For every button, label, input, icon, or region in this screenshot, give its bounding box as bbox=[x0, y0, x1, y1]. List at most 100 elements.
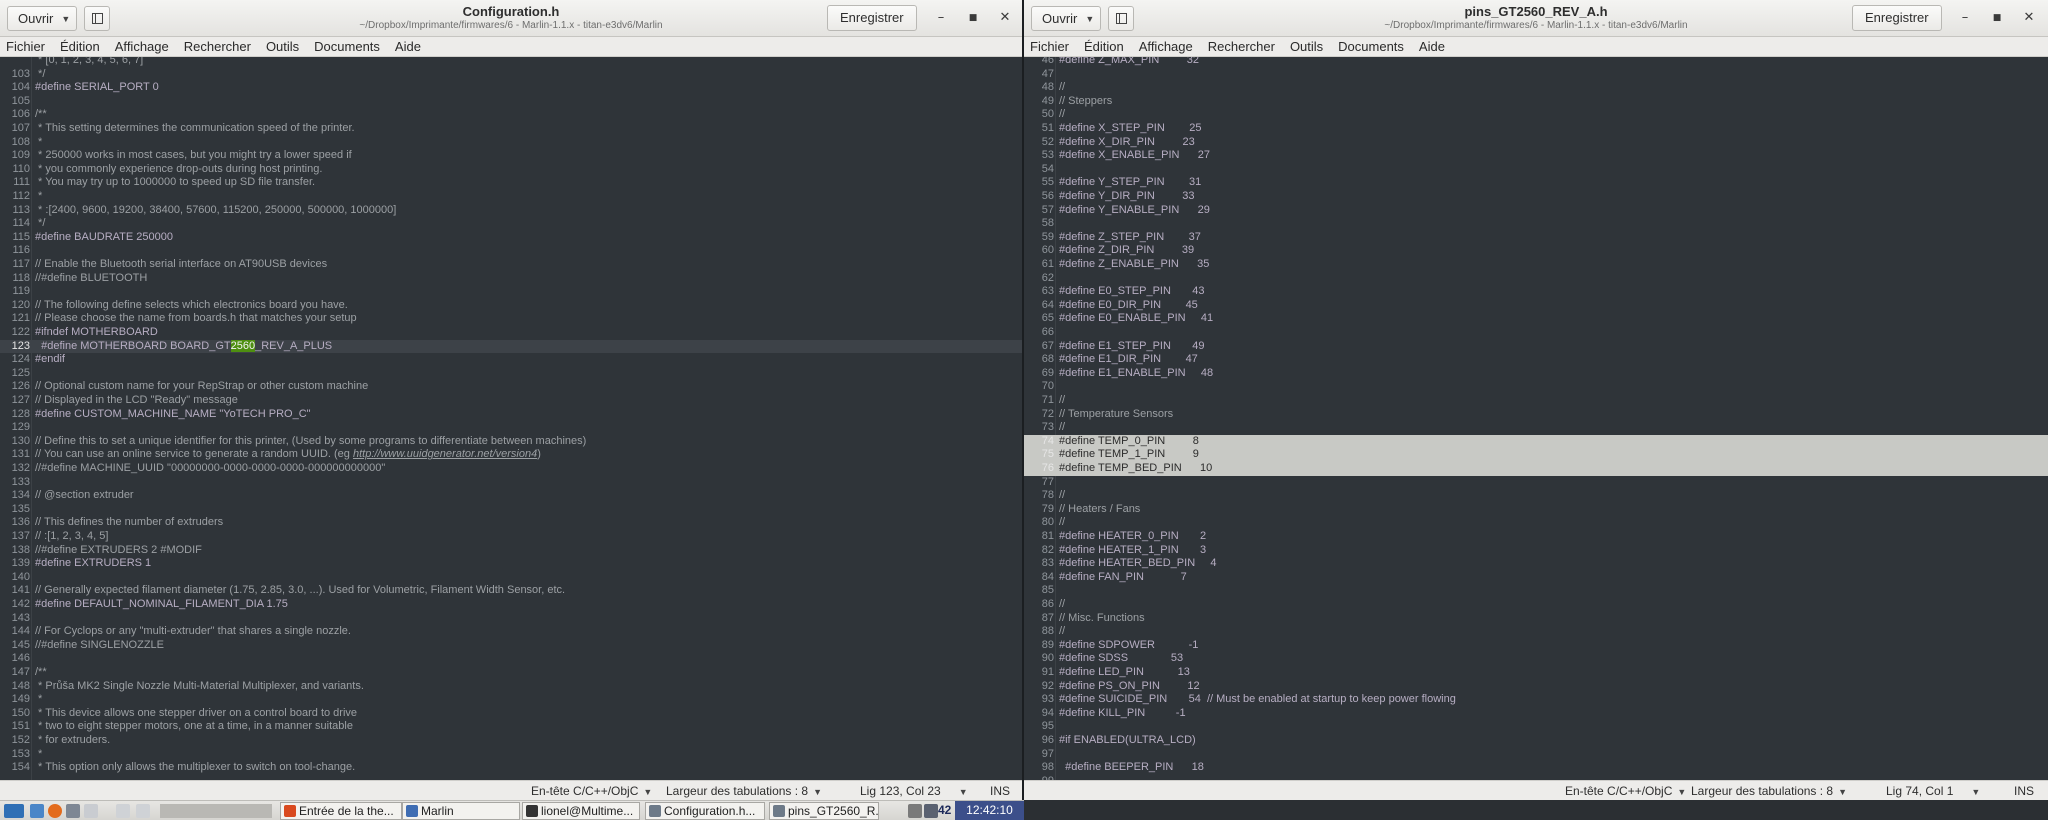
code-line[interactable]: 60 #define Z_DIR_PIN 39 bbox=[1024, 244, 2048, 258]
workspace-switcher[interactable] bbox=[160, 804, 272, 818]
code-line[interactable]: 89 #define SDPOWER -1 bbox=[1024, 639, 2048, 653]
left-code-editor[interactable]: * [0, 1, 2, 3, 4, 5, 6, 7] 103 */104 #defi… bbox=[0, 57, 1022, 780]
close-icon[interactable]: ✕ bbox=[995, 8, 1015, 28]
code-line[interactable]: 82 #define HEATER_1_PIN 3 bbox=[1024, 544, 2048, 558]
code-line[interactable]: 84 #define FAN_PIN 7 bbox=[1024, 571, 2048, 585]
cursor-position[interactable]: Lig 123, Col 23 ▼ bbox=[860, 784, 968, 799]
code-line[interactable]: 75 #define TEMP_1_PIN 9 bbox=[1024, 448, 2048, 462]
code-line[interactable]: 107 * This setting determines the commun… bbox=[0, 122, 1022, 136]
menu-item-rechercher[interactable]: Rechercher bbox=[184, 37, 258, 56]
code-line[interactable]: 127 // Displayed in the LCD "Ready" messa… bbox=[0, 394, 1022, 408]
text-editor-icon[interactable] bbox=[116, 804, 130, 818]
code-line[interactable]: 110 * you commonly experience drop-outs … bbox=[0, 163, 1022, 177]
code-line[interactable]: 97 bbox=[1024, 748, 2048, 762]
minimize-icon[interactable]: – bbox=[931, 8, 951, 28]
code-line[interactable]: 86 // bbox=[1024, 598, 2048, 612]
code-line[interactable]: 54 bbox=[1024, 163, 2048, 177]
code-line[interactable]: 77 bbox=[1024, 476, 2048, 490]
code-line[interactable]: 114 */ bbox=[0, 217, 1022, 231]
tab-width-selector[interactable]: Largeur des tabulations : 8 ▼ bbox=[1691, 784, 1847, 799]
code-line[interactable]: 118 //#define BLUETOOTH bbox=[0, 272, 1022, 286]
menu-item-fichier[interactable]: Fichier bbox=[1030, 37, 1076, 56]
code-line[interactable]: 64 #define E0_DIR_PIN 45 bbox=[1024, 299, 2048, 313]
cursor-position[interactable]: Lig 74, Col 1 ▼ bbox=[1886, 784, 1980, 799]
code-line[interactable]: 152 * for extruders. bbox=[0, 734, 1022, 748]
code-line[interactable]: 70 bbox=[1024, 380, 2048, 394]
menu-item-documents[interactable]: Documents bbox=[314, 37, 387, 56]
code-line[interactable]: 145 //#define SINGLENOZZLE bbox=[0, 639, 1022, 653]
code-line[interactable]: 93 #define SUICIDE_PIN 54 // Must be enab… bbox=[1024, 693, 2048, 707]
code-line[interactable]: 121 // Please choose the name from boards… bbox=[0, 312, 1022, 326]
taskbar-window-button[interactable]: Configuration.h... bbox=[645, 802, 765, 820]
code-line[interactable]: 78 // bbox=[1024, 489, 2048, 503]
menu-item-aide[interactable]: Aide bbox=[1419, 37, 1452, 56]
code-line[interactable]: 136 // This defines the number of extrude… bbox=[0, 516, 1022, 530]
code-line[interactable]: 129 bbox=[0, 421, 1022, 435]
code-line[interactable]: 98 #define BEEPER_PIN 18 bbox=[1024, 761, 2048, 775]
code-line[interactable]: 62 bbox=[1024, 272, 2048, 286]
code-line[interactable]: 108 * bbox=[0, 136, 1022, 150]
code-line[interactable]: 55 #define Y_STEP_PIN 31 bbox=[1024, 176, 2048, 190]
code-line[interactable]: 132 //#define MACHINE_UUID "00000000-0000… bbox=[0, 462, 1022, 476]
code-line[interactable]: 124 #endif bbox=[0, 353, 1022, 367]
close-icon[interactable]: ✕ bbox=[2019, 8, 2039, 28]
code-line[interactable]: 125 bbox=[0, 367, 1022, 381]
code-line[interactable]: 67 #define E1_STEP_PIN 49 bbox=[1024, 340, 2048, 354]
code-line[interactable]: 90 #define SDSS 53 bbox=[1024, 652, 2048, 666]
code-line[interactable]: 81 #define HEATER_0_PIN 2 bbox=[1024, 530, 2048, 544]
code-line[interactable]: 65 #define E0_ENABLE_PIN 41 bbox=[1024, 312, 2048, 326]
code-line[interactable]: * [0, 1, 2, 3, 4, 5, 6, 7] bbox=[0, 57, 1022, 68]
taskbar-window-button[interactable]: Entrée de la the... bbox=[280, 802, 402, 820]
code-line[interactable]: 131 // You can use an online service to g… bbox=[0, 448, 1022, 462]
code-line[interactable]: 85 bbox=[1024, 584, 2048, 598]
code-line[interactable]: 130 // Define this to set a unique identi… bbox=[0, 435, 1022, 449]
minimize-icon[interactable]: – bbox=[1955, 8, 1975, 28]
code-line[interactable]: 50 // bbox=[1024, 108, 2048, 122]
menu-item-rechercher[interactable]: Rechercher bbox=[1208, 37, 1282, 56]
code-line[interactable]: 69 #define E1_ENABLE_PIN 48 bbox=[1024, 367, 2048, 381]
code-line[interactable]: 63 #define E0_STEP_PIN 43 bbox=[1024, 285, 2048, 299]
code-line[interactable]: 137 // :[1, 2, 3, 4, 5] bbox=[0, 530, 1022, 544]
menu-item-aide[interactable]: Aide bbox=[395, 37, 428, 56]
code-line[interactable]: 76 #define TEMP_BED_PIN 10 bbox=[1024, 462, 2048, 476]
start-menu-icon[interactable] bbox=[4, 804, 24, 818]
clock[interactable]: 12:42:10 bbox=[955, 801, 1024, 820]
code-line[interactable]: 79 // Heaters / Fans bbox=[1024, 503, 2048, 517]
code-line[interactable]: 105 bbox=[0, 95, 1022, 109]
code-line[interactable]: 128 #define CUSTOM_MACHINE_NAME "YoTECH P… bbox=[0, 408, 1022, 422]
code-line[interactable]: 66 bbox=[1024, 326, 2048, 340]
code-line[interactable]: 96 #if ENABLED(ULTRA_LCD) bbox=[1024, 734, 2048, 748]
menu-item-dition[interactable]: Édition bbox=[1084, 37, 1131, 56]
code-line[interactable]: 94 #define KILL_PIN -1 bbox=[1024, 707, 2048, 721]
code-line[interactable]: 87 // Misc. Functions bbox=[1024, 612, 2048, 626]
code-line[interactable]: 53 #define X_ENABLE_PIN 27 bbox=[1024, 149, 2048, 163]
code-line[interactable]: 115 #define BAUDRATE 250000 bbox=[0, 231, 1022, 245]
code-line[interactable]: 56 #define Y_DIR_PIN 33 bbox=[1024, 190, 2048, 204]
code-line[interactable]: 103 */ bbox=[0, 68, 1022, 82]
code-line[interactable]: 119 bbox=[0, 285, 1022, 299]
save-button[interactable]: Enregistrer bbox=[827, 5, 917, 31]
code-line[interactable]: 59 #define Z_STEP_PIN 37 bbox=[1024, 231, 2048, 245]
code-line[interactable]: 71 // bbox=[1024, 394, 2048, 408]
code-line[interactable]: 139 #define EXTRUDERS 1 bbox=[0, 557, 1022, 571]
network-icon[interactable] bbox=[924, 804, 938, 818]
code-line[interactable]: 142 #define DEFAULT_NOMINAL_FILAMENT_DIA … bbox=[0, 598, 1022, 612]
code-line[interactable]: 134 // @section extruder bbox=[0, 489, 1022, 503]
code-line[interactable]: 104 #define SERIAL_PORT 0 bbox=[0, 81, 1022, 95]
code-line[interactable]: 91 #define LED_PIN 13 bbox=[1024, 666, 2048, 680]
code-line[interactable]: 61 #define Z_ENABLE_PIN 35 bbox=[1024, 258, 2048, 272]
menu-item-outils[interactable]: Outils bbox=[266, 37, 306, 56]
code-line[interactable]: 147 /** bbox=[0, 666, 1022, 680]
terminal-icon[interactable] bbox=[66, 804, 80, 818]
code-line[interactable]: 153 * bbox=[0, 748, 1022, 762]
code-line[interactable]: 149 * bbox=[0, 693, 1022, 707]
code-line[interactable]: 112 * bbox=[0, 190, 1022, 204]
code-line[interactable]: 123 #define MOTHERBOARD BOARD_GT2560_REV… bbox=[0, 339, 1022, 354]
code-line[interactable]: 52 #define X_DIR_PIN 23 bbox=[1024, 136, 2048, 150]
menu-item-dition[interactable]: Édition bbox=[60, 37, 107, 56]
document-icon[interactable] bbox=[136, 804, 150, 818]
code-line[interactable]: 68 #define E1_DIR_PIN 47 bbox=[1024, 353, 2048, 367]
file-manager-icon[interactable] bbox=[30, 804, 44, 818]
code-line[interactable]: 92 #define PS_ON_PIN 12 bbox=[1024, 680, 2048, 694]
code-line[interactable]: 47 bbox=[1024, 68, 2048, 82]
